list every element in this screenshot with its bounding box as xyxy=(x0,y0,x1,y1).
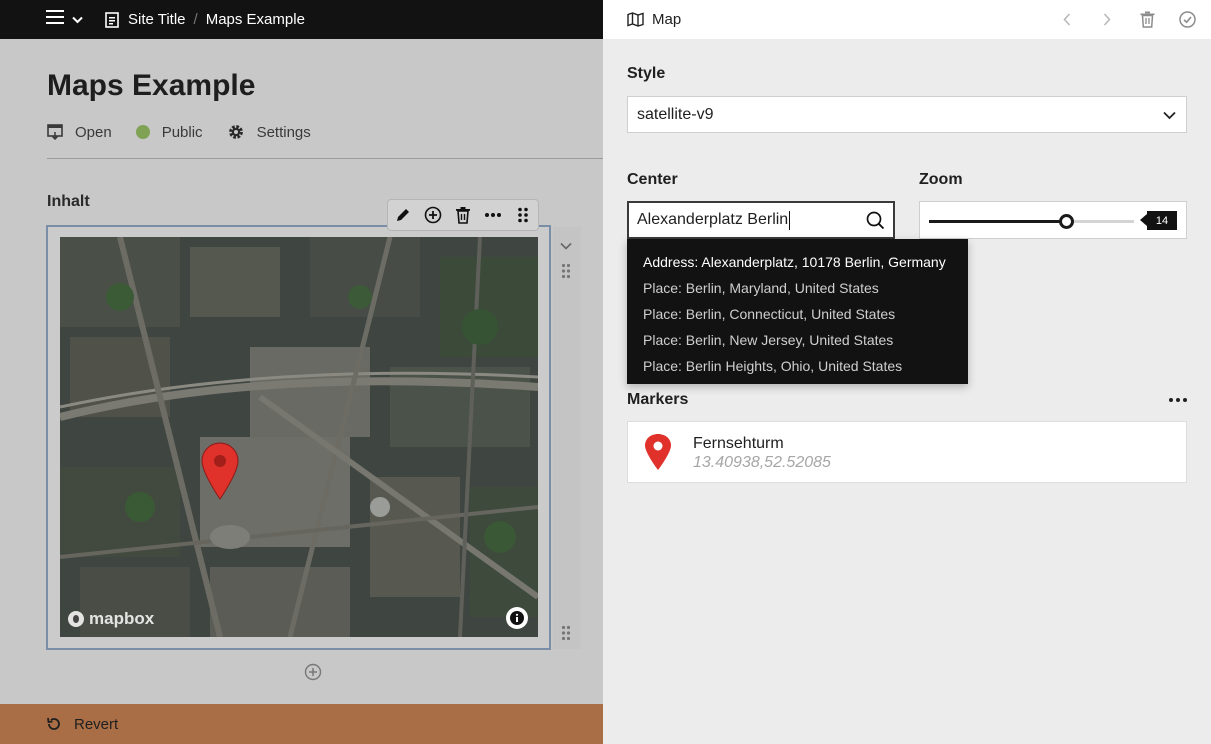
style-label: Style xyxy=(627,65,666,82)
divider xyxy=(47,158,603,159)
text-caret xyxy=(789,210,791,230)
plus-circle-icon xyxy=(424,206,442,224)
marker-pin-icon xyxy=(644,433,672,476)
center-search-input[interactable]: Alexanderplatz Berlin xyxy=(627,201,895,239)
open-page-link[interactable]: Open xyxy=(47,124,112,141)
satellite-map-image xyxy=(60,237,538,637)
settings-link[interactable]: Settings xyxy=(227,123,311,141)
map-info-button[interactable] xyxy=(506,607,528,629)
zoom-slider-thumb[interactable] xyxy=(1059,214,1075,229)
page-meta: Open Public Settings xyxy=(47,123,335,141)
plus-circle-icon xyxy=(304,663,322,681)
hamburger-icon xyxy=(46,10,64,29)
marker-pin-icon xyxy=(201,442,239,500)
chevron-right-icon xyxy=(1103,13,1111,26)
more-horizontal-icon xyxy=(485,213,501,217)
panel-actions xyxy=(1057,0,1197,39)
open-label: Open xyxy=(75,123,112,141)
page-editor: Maps Example Open Public Settings Inhalt xyxy=(0,39,603,704)
breadcrumb-page-name[interactable]: Maps Example xyxy=(206,11,305,28)
public-label: Public xyxy=(161,123,203,141)
status-public[interactable]: Public xyxy=(135,123,203,141)
map-block[interactable]: mapbox xyxy=(46,225,551,650)
drag-grip-icon[interactable] xyxy=(561,625,571,646)
top-bar: Site Title / Maps Example xyxy=(0,0,603,39)
zoom-value-badge: 14 xyxy=(1140,211,1177,230)
marker-coords: 13.40938,52.52085 xyxy=(693,454,831,471)
zoom-slider[interactable]: 14 xyxy=(919,201,1187,239)
suggestion-item[interactable]: Place: Berlin, New Jersey, United States xyxy=(627,327,968,353)
apply-button[interactable] xyxy=(1177,10,1197,30)
breadcrumb-site-title[interactable]: Site Title xyxy=(128,11,186,28)
revert-icon xyxy=(46,716,62,732)
suggestion-item[interactable]: Place: Berlin, Connecticut, United State… xyxy=(627,301,968,327)
zoom-label: Zoom xyxy=(919,171,963,188)
mapbox-logo: mapbox xyxy=(68,609,154,629)
main-menu-button[interactable] xyxy=(46,10,83,29)
edit-button[interactable] xyxy=(392,204,414,226)
inspector-panel: Map Style satellite-v9 Center Alexanderp… xyxy=(603,0,1211,744)
map-icon xyxy=(627,12,644,27)
settings-label: Settings xyxy=(256,123,311,141)
zoom-slider-fill xyxy=(929,220,1067,223)
map-marker[interactable] xyxy=(201,442,239,505)
suggestion-item[interactable]: Place: Berlin, Maryland, United States xyxy=(627,275,968,301)
drag-grip-icon xyxy=(518,207,528,223)
block-side-rail xyxy=(553,227,581,649)
add-block-button[interactable] xyxy=(304,663,322,686)
panel-title-text: Map xyxy=(652,11,682,28)
info-icon xyxy=(510,611,524,625)
status-dot-icon xyxy=(135,125,150,139)
more-options-button[interactable] xyxy=(482,204,504,226)
zoom-slider-track[interactable] xyxy=(929,214,1134,229)
gear-icon xyxy=(227,123,245,141)
insert-button[interactable] xyxy=(422,204,444,226)
marker-list-item[interactable]: Fernsehturm 13.40938,52.52085 xyxy=(627,421,1187,483)
drag-handle[interactable] xyxy=(512,204,534,226)
page-title: Maps Example xyxy=(47,69,256,102)
chevron-down-icon xyxy=(1163,107,1176,125)
center-input-value: Alexanderplatz Berlin xyxy=(637,211,789,228)
search-icon[interactable] xyxy=(866,211,885,235)
breadcrumb: Site Title / Maps Example xyxy=(105,11,305,28)
chevron-down-icon xyxy=(72,11,83,29)
check-circle-icon xyxy=(1178,11,1196,28)
panel-title: Map xyxy=(627,11,681,28)
suggestion-item[interactable]: Place: Berlin Heights, Ohio, United Stat… xyxy=(627,353,968,379)
section-label: Inhalt xyxy=(47,193,90,210)
collapse-chevron-icon[interactable] xyxy=(560,237,572,255)
previous-button[interactable] xyxy=(1057,10,1077,30)
chevron-left-icon xyxy=(1063,13,1071,26)
more-dot xyxy=(1183,398,1187,402)
delete-button[interactable] xyxy=(1137,10,1157,30)
style-select[interactable]: satellite-v9 xyxy=(627,96,1187,133)
more-dot xyxy=(1169,398,1173,402)
center-label: Center xyxy=(627,171,678,188)
style-select-value: satellite-v9 xyxy=(637,105,714,123)
geocoder-suggestions: Address: Alexanderplatz, 10178 Berlin, G… xyxy=(627,239,968,384)
marker-name: Fernsehturm xyxy=(693,435,784,452)
delete-block-button[interactable] xyxy=(452,204,474,226)
document-icon xyxy=(105,11,119,28)
trash-icon xyxy=(1140,11,1154,28)
markers-label: Markers xyxy=(627,391,689,408)
revert-button[interactable]: Revert xyxy=(0,704,603,744)
mapbox-logo-text: mapbox xyxy=(89,609,155,628)
markers-more-button[interactable] xyxy=(1169,398,1187,402)
drag-grip-icon[interactable] xyxy=(561,263,571,284)
next-button[interactable] xyxy=(1097,10,1117,30)
block-toolbar xyxy=(387,199,539,231)
pencil-icon xyxy=(397,209,409,221)
trash-icon xyxy=(456,207,470,224)
open-window-icon xyxy=(47,124,63,140)
revert-label: Revert xyxy=(74,715,119,733)
breadcrumb-separator: / xyxy=(193,11,198,28)
more-dot xyxy=(1176,398,1180,402)
mapbox-logo-icon xyxy=(68,611,84,627)
suggestion-item[interactable]: Address: Alexanderplatz, 10178 Berlin, G… xyxy=(627,249,968,275)
satellite-map[interactable]: mapbox xyxy=(60,237,538,637)
panel-header: Map xyxy=(603,0,1211,39)
